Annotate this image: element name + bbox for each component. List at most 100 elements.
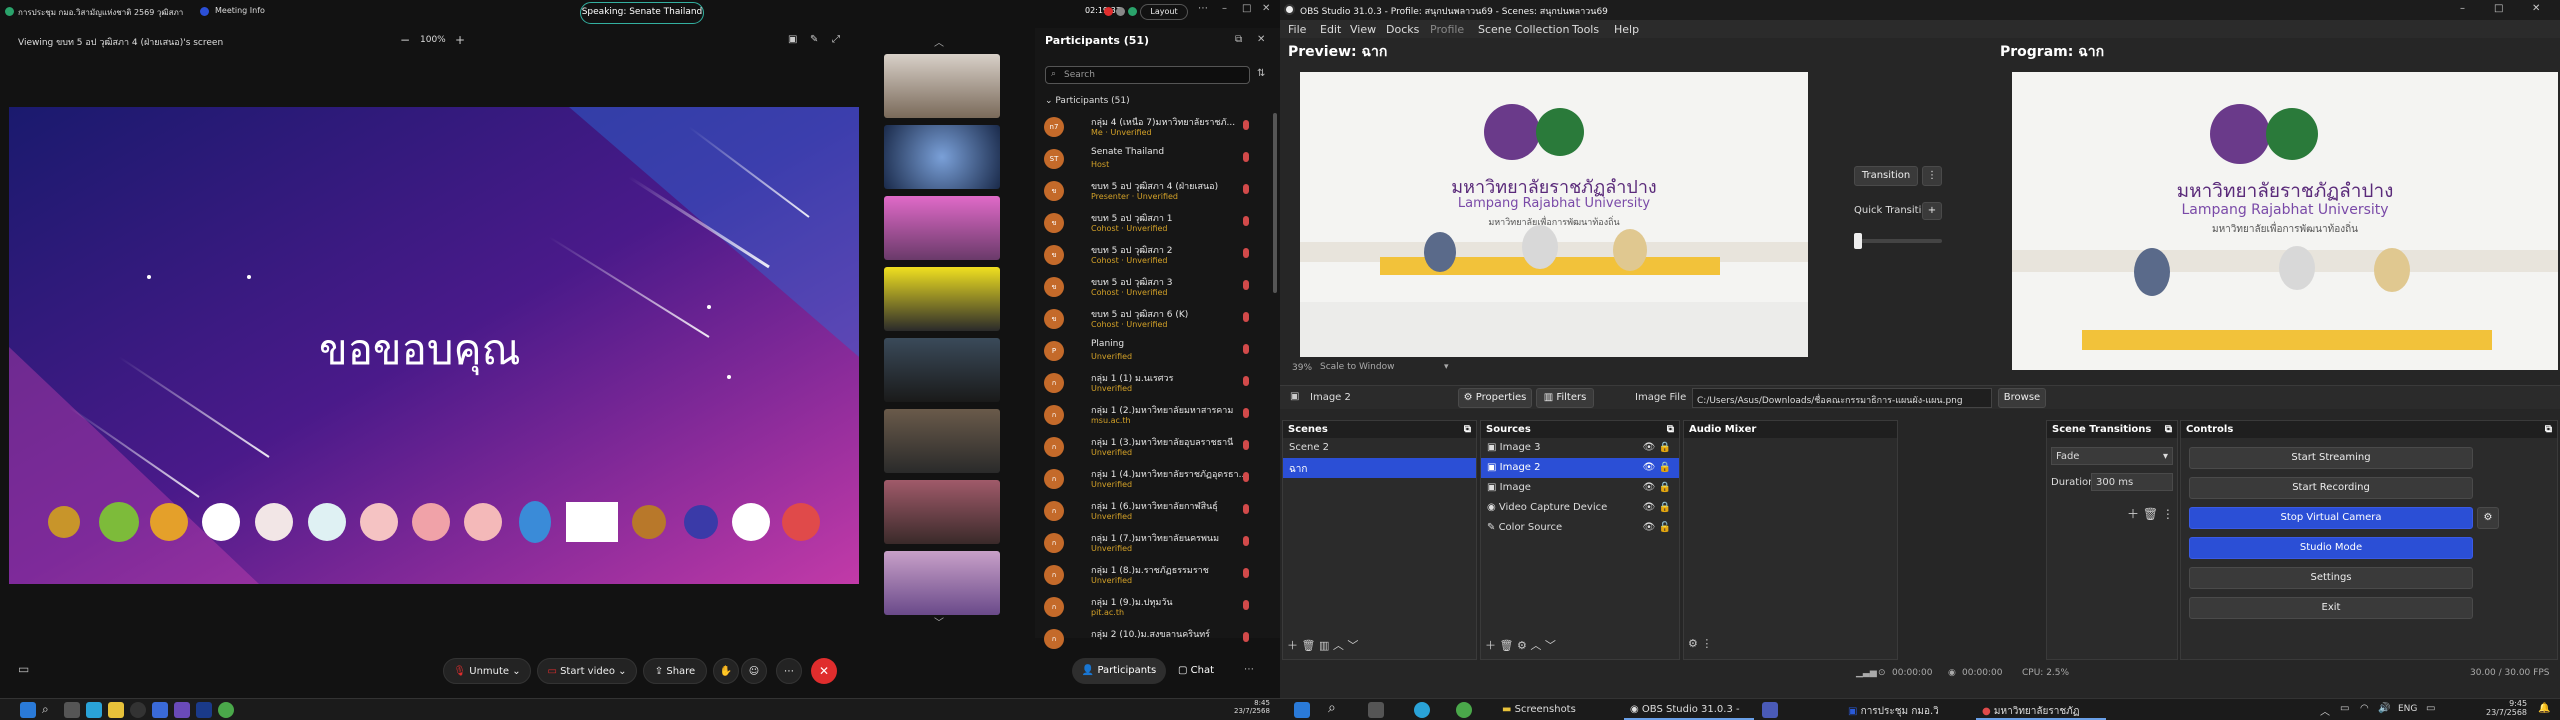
- menu-file[interactable]: File: [1288, 23, 1306, 36]
- transition-type-select[interactable]: Fade ▾: [2051, 447, 2173, 465]
- source-item[interactable]: ◉ Video Capture Device 👁 🔒: [1481, 498, 1679, 518]
- menu-profile[interactable]: Profile: [1430, 23, 1464, 36]
- maximize-icon[interactable]: □: [1242, 3, 1251, 14]
- participants-group-toggle[interactable]: ⌄ Participants (51): [1045, 96, 1130, 106]
- participant-row[interactable]: n7 กลุ่ม 4 (เหนือ 7)มหาวิทยาลัยราชภั... Me…: [1035, 113, 1267, 145]
- fullscreen-icon[interactable]: ⤢: [832, 34, 840, 45]
- chevron-up-icon[interactable]: ︿: [1333, 639, 1344, 652]
- windows-start-icon[interactable]: [20, 702, 36, 718]
- layout-button[interactable]: Layout: [1140, 4, 1188, 20]
- participant-row[interactable]: ก กลุ่ม 1 (3.)มหาวิทยาลัยอุบลราชธานี Unver…: [1035, 433, 1267, 465]
- battery-icon[interactable]: ▭: [2340, 703, 2349, 714]
- zoom-out-icon[interactable]: −: [400, 33, 410, 47]
- volume-icon[interactable]: 🔊: [2378, 703, 2390, 714]
- share-button[interactable]: ⇪ Share: [643, 658, 707, 684]
- video-thumbnail[interactable]: [884, 196, 1000, 260]
- browse-button[interactable]: Browse: [1998, 388, 2046, 408]
- webex-icon[interactable]: [196, 702, 212, 718]
- scroll-down-icon[interactable]: ﹀: [934, 614, 944, 629]
- chevron-down-icon[interactable]: ﹀: [1347, 639, 1358, 652]
- participants-scrollbar[interactable]: [1273, 113, 1277, 293]
- participant-row[interactable]: ก กลุ่ม 1 (4.)มหาวิทยาลัยราชภัฏอุดรธา... U…: [1035, 465, 1267, 497]
- more-vertical-icon[interactable]: ⋮: [2162, 507, 2174, 521]
- participant-row[interactable]: ก กลุ่ม 1 (2.)มหาวิทยาลัยมหาสารคาม msu.ac.…: [1035, 401, 1267, 433]
- transition-slider[interactable]: [1854, 239, 1942, 243]
- search-icon[interactable]: ⌕: [1328, 700, 1336, 716]
- start-video-button[interactable]: ▭ Start video ⌄: [537, 658, 637, 684]
- filter-icon[interactable]: ▥: [1319, 639, 1329, 652]
- notification-icon[interactable]: 🔔: [2538, 703, 2550, 714]
- annotate-icon[interactable]: ✎: [810, 34, 818, 45]
- source-item-selected[interactable]: ▣ Image 2 👁 🔒: [1481, 458, 1679, 478]
- participant-row[interactable]: ข ขบท 5 อป วุฒิสภา 6 (K) Cohost · Unverifi…: [1035, 305, 1267, 337]
- panel-more-icon[interactable]: ⋯: [1244, 664, 1254, 675]
- participant-row[interactable]: ก กลุ่ม 1 (9.)ม.ปทุมวัน pit.ac.th: [1035, 593, 1267, 625]
- task-view-icon[interactable]: [1368, 702, 1384, 718]
- chrome-icon[interactable]: [218, 702, 234, 718]
- minimize-icon[interactable]: –: [1222, 3, 1227, 14]
- screenshot-icon[interactable]: ▣: [788, 34, 797, 45]
- participant-row[interactable]: ข ขบท 5 อป วุฒิสภา 1 Cohost · Unverified: [1035, 209, 1267, 241]
- sort-icon[interactable]: ⇅: [1257, 68, 1265, 79]
- app-icon[interactable]: [174, 702, 190, 718]
- start-streaming-button[interactable]: Start Streaming: [2189, 447, 2473, 469]
- taskbar-app-screenshots[interactable]: ▬ Screenshots: [1496, 700, 1606, 720]
- chat-button[interactable]: ▢ Chat: [1178, 658, 1228, 684]
- trash-icon[interactable]: 🗑: [1302, 639, 1316, 652]
- virtual-camera-settings-button[interactable]: ⚙: [2477, 507, 2499, 529]
- image-file-path-field[interactable]: C:/Users/Asus/Downloads/ชื่อคณะกรรมาธิกา…: [1692, 388, 1992, 408]
- search-input[interactable]: ⌕ Search: [1045, 66, 1250, 84]
- participant-row[interactable]: ก กลุ่ม 1 (8.)ม.ราชภัฏธรรมราช Unverified: [1035, 561, 1267, 593]
- source-item[interactable]: ▣ Image 👁 🔒: [1481, 478, 1679, 498]
- source-item[interactable]: ▣ Image 3 👁 🔒: [1481, 438, 1679, 458]
- video-thumbnail[interactable]: [884, 551, 1000, 615]
- more-vertical-icon[interactable]: ⋮: [1701, 637, 1712, 650]
- popout-icon[interactable]: ⧉: [1235, 34, 1242, 45]
- tray-chevron-icon[interactable]: ︿: [2320, 703, 2330, 718]
- eye-icon[interactable]: 👁 🔒: [1643, 442, 1671, 453]
- participant-row[interactable]: ST Senate Thailand Host: [1035, 145, 1267, 177]
- undock-icon[interactable]: ⧉: [1464, 424, 1471, 435]
- video-thumbnail[interactable]: [884, 54, 1000, 118]
- meeting-info-link[interactable]: Meeting Info: [215, 6, 265, 20]
- chevron-up-icon[interactable]: ︿: [1530, 639, 1541, 652]
- scene-item[interactable]: Scene 2: [1283, 438, 1476, 458]
- source-item[interactable]: ✎ Color Source 👁 🔓: [1481, 518, 1679, 538]
- undock-icon[interactable]: ⧉: [2165, 424, 2172, 435]
- transition-menu-button[interactable]: ⋮: [1922, 166, 1942, 186]
- leave-meeting-button[interactable]: ✕: [811, 658, 837, 684]
- edge-icon[interactable]: [86, 702, 102, 718]
- taskbar-app-chrome[interactable]: ● มหาวิทยาลัยราชภัฏลำ...: [1976, 700, 2106, 720]
- menu-edit[interactable]: Edit: [1320, 23, 1341, 36]
- stop-virtual-camera-button[interactable]: Stop Virtual Camera: [2189, 507, 2473, 529]
- app-icon[interactable]: [152, 702, 168, 718]
- maximize-icon[interactable]: □: [2494, 3, 2503, 14]
- zoom-in-icon[interactable]: +: [455, 33, 465, 47]
- windows-start-icon[interactable]: [1294, 702, 1310, 718]
- scene-item-selected[interactable]: ฉาก: [1283, 458, 1476, 478]
- duration-input[interactable]: 300 ms: [2091, 473, 2173, 491]
- language-indicator[interactable]: ENG: [2398, 704, 2417, 714]
- participant-row[interactable]: ก กลุ่ม 1 (7.)มหาวิทยาลัยนครพนม Unverified: [1035, 529, 1267, 561]
- taskbar-app-obs[interactable]: ◉ OBS Studio 31.0.3 - ...: [1624, 700, 1754, 720]
- app-icon[interactable]: [1762, 702, 1778, 718]
- participants-button[interactable]: 👤 Participants: [1072, 658, 1166, 684]
- eye-icon[interactable]: 👁 🔓: [1643, 522, 1671, 533]
- start-recording-button[interactable]: Start Recording: [2189, 477, 2473, 499]
- eye-icon[interactable]: 👁 🔒: [1643, 482, 1671, 493]
- participant-row[interactable]: ก กลุ่ม 1 (6.)มหาวิทยาลัยกาฬสินธุ์ Unverif…: [1035, 497, 1267, 529]
- studio-mode-button[interactable]: Studio Mode: [2189, 537, 2473, 559]
- eye-icon[interactable]: 👁 🔒: [1643, 502, 1671, 513]
- edge-icon[interactable]: [1414, 702, 1430, 718]
- video-thumbnail[interactable]: [884, 125, 1000, 189]
- transition-button[interactable]: Transition: [1854, 166, 1918, 186]
- video-thumbnail[interactable]: [884, 480, 1000, 544]
- preview-canvas[interactable]: มหาวิทยาลัยราชภัฏลำปาง Lampang Rajabhat …: [1300, 72, 1808, 357]
- reactions-button[interactable]: ☺: [741, 658, 767, 684]
- local-clock[interactable]: 9:45 23/7/2568: [2486, 699, 2527, 717]
- taskbar-app-webex[interactable]: ▣ การประชุม กมอ.วิสามั...: [1842, 700, 1972, 720]
- filters-button[interactable]: ▥ Filters: [1536, 388, 1594, 408]
- raise-hand-button[interactable]: ✋: [713, 658, 739, 684]
- chrome-icon[interactable]: [1456, 702, 1472, 718]
- undock-icon[interactable]: ⧉: [2545, 424, 2552, 435]
